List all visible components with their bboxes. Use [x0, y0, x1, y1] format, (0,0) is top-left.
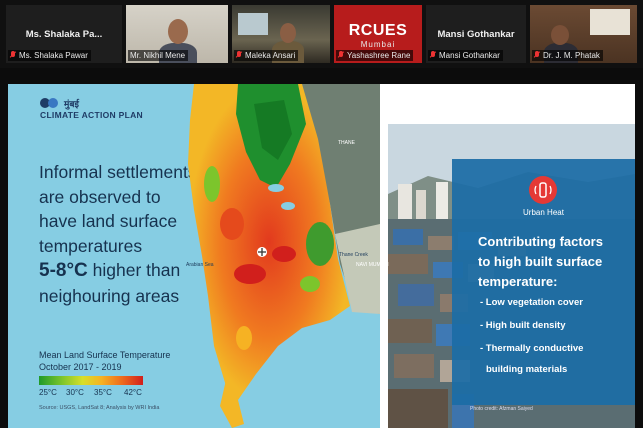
headline-line: Informal settlements: [39, 162, 197, 182]
legend-tick: 42°C: [124, 388, 142, 397]
headline-line: neighouring areas: [39, 285, 180, 306]
headline-line: have land surface: [39, 211, 178, 231]
legend-title: Mean Land Surface Temperature October 20…: [39, 350, 171, 372]
headline-bold-value: 5-8°C: [39, 260, 88, 281]
participant-strip: Ms. Shalaka Pa... Ms. Shalaka Pawar Mr. …: [0, 0, 643, 68]
participant-tile-shalaka[interactable]: Ms. Shalaka Pa... Ms. Shalaka Pawar: [6, 5, 122, 63]
headline-line: temperatures: [39, 235, 143, 256]
person-head: [551, 25, 569, 45]
legend-tick: 30°C: [66, 388, 84, 397]
mic-muted-icon: [10, 51, 16, 59]
map-label: NAVI MUMBAI: [356, 262, 389, 268]
participant-name-label: Dr. J. M. Phatak: [532, 50, 603, 61]
person-head: [280, 23, 296, 43]
headline-line: are observed to: [39, 186, 161, 207]
urban-heat-panel: Urban Heat Contributing factors to high …: [452, 159, 635, 405]
urban-heat-icon-glyph: [534, 182, 552, 198]
map-label: THANE: [338, 140, 355, 146]
participant-tile-nikhil[interactable]: Mr. Nikhil Mene: [126, 5, 228, 63]
mic-muted-icon: [338, 51, 344, 59]
map-label: Thane Creek: [339, 252, 368, 258]
mic-muted-icon: [534, 51, 540, 59]
source-note: Source: USGS, LandSat 8; Analysis by WRI…: [39, 405, 160, 411]
participant-name-label: Mr. Nikhil Mene: [128, 50, 189, 61]
bullet-item: - Thermally conductive: [480, 343, 584, 354]
legend-tick: 25°C: [39, 388, 57, 397]
logo-name: CLIMATE ACTION PLAN: [40, 110, 143, 120]
video-call-window: Ms. Shalaka Pa... Ms. Shalaka Pawar Mr. …: [0, 0, 643, 428]
participant-name-label: Mansi Gothankar: [428, 50, 503, 61]
participant-tile-mansi[interactable]: Mansi Gothankar Mansi Gothankar: [426, 5, 526, 63]
bullet-item: building materials: [486, 364, 568, 375]
window-background: [238, 13, 268, 35]
photo-credit: Photo credit: Afzman Saiyed: [470, 406, 533, 412]
participant-big-name: Ms. Shalaka Pa...: [25, 29, 103, 40]
rcues-logo-subtext: Mumbai: [360, 40, 396, 49]
participant-name-label: Yashashree Rane: [336, 50, 414, 61]
participant-tile-maleka[interactable]: Maleka Ansari: [232, 5, 330, 63]
urban-heat-icon: [529, 176, 557, 204]
mic-muted-icon: [430, 51, 436, 59]
mic-muted-icon: [236, 51, 242, 59]
bullet-item: - Low vegetation cover: [480, 297, 583, 308]
slide-headline: Informal settlements are observed to hav…: [39, 160, 199, 308]
temperature-color-scale: [39, 376, 143, 385]
participant-tile-phatak[interactable]: Dr. J. M. Phatak: [530, 5, 637, 63]
wall-frame: [590, 9, 630, 35]
participant-name-label: Maleka Ansari: [234, 50, 299, 61]
urban-heat-label: Urban Heat: [523, 208, 564, 217]
bullet-item: - High built density: [480, 320, 566, 331]
person-head: [168, 19, 188, 44]
participant-big-name: Mansi Gothankar: [437, 29, 515, 40]
participant-name-label: Ms. Shalaka Pawar: [8, 50, 91, 61]
map-label: Arabian Sea: [186, 262, 214, 268]
legend-tick: 35°C: [94, 388, 112, 397]
participant-tile-yashashree[interactable]: RCUES Mumbai Yashashree Rane: [334, 5, 422, 63]
headline-line-emphasis: 5-8°C higher than: [39, 260, 181, 281]
logo-devanagari: मुंबई: [64, 99, 79, 109]
logo-mark-icon: [40, 98, 62, 108]
panel-title: Contributing factors to high built surfa…: [478, 234, 603, 289]
rcues-logo-text: RCUES: [348, 22, 408, 39]
